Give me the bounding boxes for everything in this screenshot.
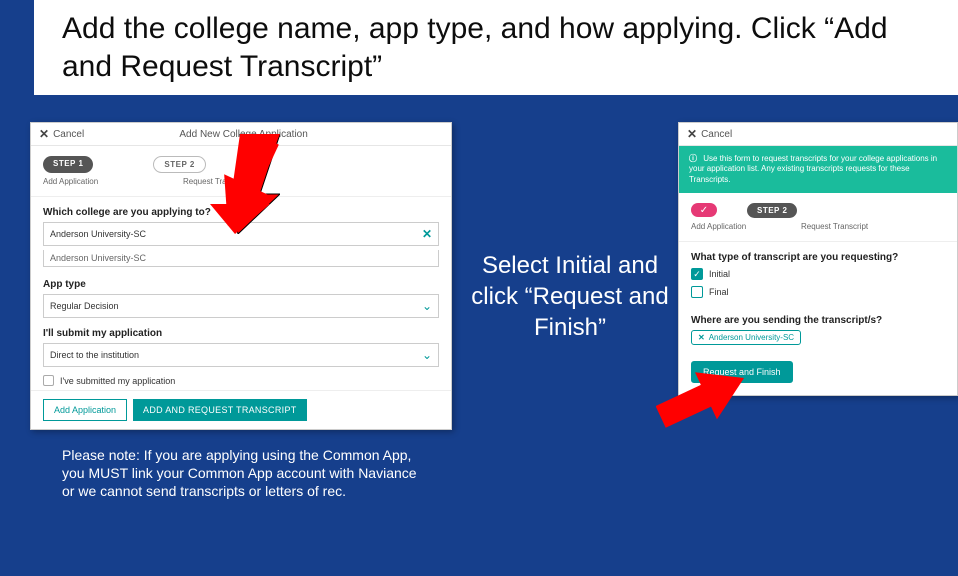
chevron-down-icon: ⌄ <box>422 299 432 313</box>
college-tag[interactable]: ✕ Anderson University-SC <box>691 330 801 345</box>
info-banner: ⓘ Use this form to request transcripts f… <box>679 146 957 193</box>
checkbox-icon <box>691 286 703 298</box>
app-type-value: Regular Decision <box>50 301 119 311</box>
initial-checkbox-row[interactable]: ✓ Initial <box>679 265 957 283</box>
final-checkbox-row[interactable]: Final <box>679 283 957 301</box>
step-2-pill: STEP 2 <box>153 156 205 173</box>
red-arrow-right <box>656 362 746 432</box>
note-text: Please note: If you are applying using t… <box>62 446 422 501</box>
instruction-middle: Select Initial and click “Request and Fi… <box>465 250 675 344</box>
checkbox-checked-icon: ✓ <box>691 268 703 280</box>
add-and-request-button[interactable]: ADD AND REQUEST TRANSCRIPT <box>133 399 307 421</box>
cancel-button[interactable]: ✕ Cancel <box>687 127 732 141</box>
step-2-label: Request Transcript <box>801 222 891 231</box>
step-1-done-icon: ✓ <box>691 203 717 217</box>
college-input-value: Anderson University-SC <box>50 229 146 239</box>
close-icon[interactable]: ✕ <box>698 333 705 342</box>
final-label: Final <box>709 287 729 297</box>
step-1-label: Add Application <box>43 177 133 186</box>
send-where-question: Where are you sending the transcript/s? <box>679 309 957 328</box>
checkbox-icon <box>43 375 54 386</box>
submit-method-label: I'll submit my application <box>31 322 451 341</box>
submit-method-value: Direct to the institution <box>50 350 139 360</box>
college-tag-label: Anderson University-SC <box>709 333 794 342</box>
request-transcript-panel: ✕ Cancel ⓘ Use this form to request tran… <box>678 122 958 396</box>
cancel-button[interactable]: ✕ Cancel <box>39 127 84 141</box>
app-type-select[interactable]: Regular Decision ⌄ <box>43 294 439 318</box>
red-arrow-left <box>210 134 280 234</box>
step-2-pill: STEP 2 <box>747 203 797 218</box>
slide-title-container: Add the college name, app type, and how … <box>34 0 958 95</box>
chevron-down-icon: ⌄ <box>422 348 432 362</box>
submitted-checkbox-row[interactable]: I've submitted my application <box>31 371 451 390</box>
initial-label: Initial <box>709 269 730 279</box>
clear-icon[interactable]: ✕ <box>422 227 432 241</box>
step-1-pill: STEP 1 <box>43 156 93 173</box>
step-labels: Add Application Request Transcript <box>679 222 957 237</box>
add-application-button[interactable]: Add Application <box>43 399 127 421</box>
info-icon: ⓘ <box>689 154 697 163</box>
cancel-label: Cancel <box>53 129 84 140</box>
step-indicator: ✓ STEP 2 <box>679 193 957 222</box>
cancel-label: Cancel <box>701 129 732 140</box>
info-text: Use this form to request transcripts for… <box>689 154 937 184</box>
slide-title: Add the college name, app type, and how … <box>62 10 930 85</box>
app-type-label: App type <box>31 273 451 292</box>
panel-header: ✕ Cancel <box>679 123 957 146</box>
close-icon: ✕ <box>39 127 49 141</box>
close-icon: ✕ <box>687 127 697 141</box>
step-1-label: Add Application <box>691 222 781 231</box>
college-suggestion[interactable]: Anderson University-SC <box>43 250 439 267</box>
submitted-checkbox-label: I've submitted my application <box>60 376 175 386</box>
transcript-type-question: What type of transcript are you requesti… <box>679 246 957 265</box>
button-row: Add Application ADD AND REQUEST TRANSCRI… <box>31 390 451 429</box>
submit-method-select[interactable]: Direct to the institution ⌄ <box>43 343 439 367</box>
